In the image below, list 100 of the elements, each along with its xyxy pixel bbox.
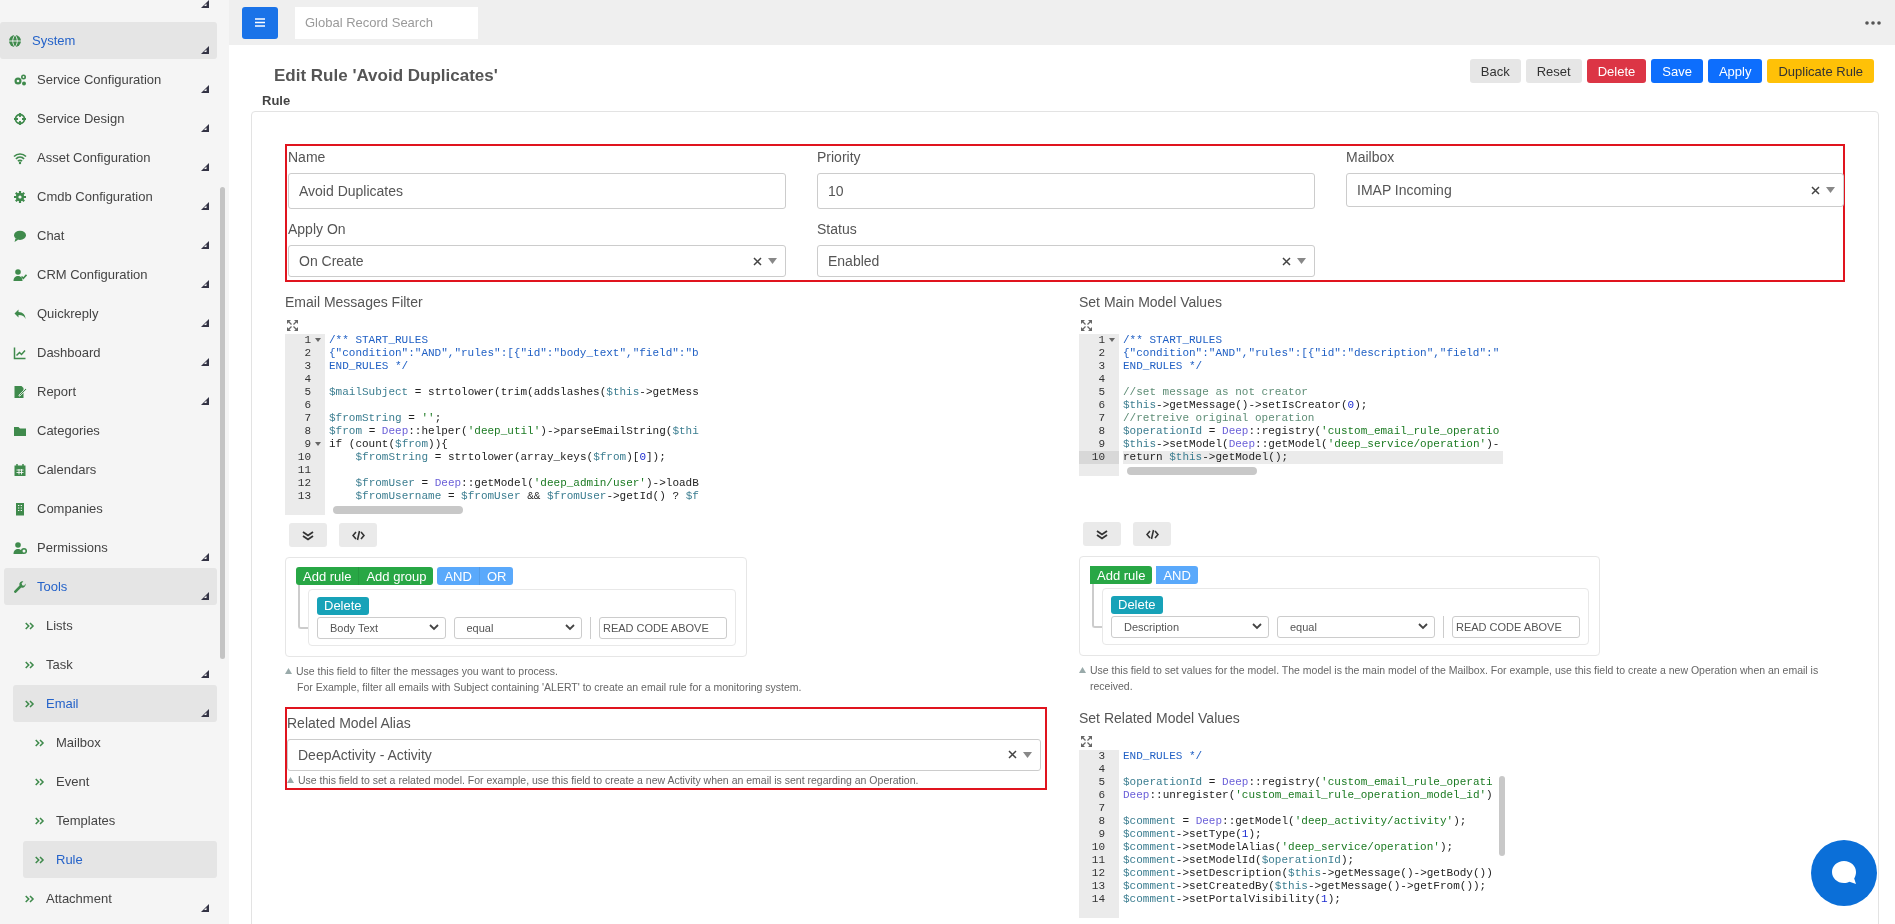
sidebar-item[interactable]: Event bbox=[23, 763, 217, 800]
report-icon bbox=[13, 384, 27, 399]
scrollbar-thumb[interactable] bbox=[220, 187, 225, 659]
action-button[interactable]: Reset bbox=[1525, 59, 1582, 83]
triangle-icon bbox=[1079, 666, 1086, 673]
sidebar-item[interactable]: Mailbox bbox=[23, 724, 217, 761]
sidebar-item[interactable]: Attachment bbox=[13, 880, 217, 917]
chevrons-icon bbox=[24, 697, 36, 710]
sidebar-item[interactable]: Templates bbox=[23, 802, 217, 839]
sidebar-item[interactable]: Tools bbox=[4, 568, 217, 605]
chevrons-icon bbox=[34, 853, 46, 866]
sidebar-item[interactable]: Categories bbox=[4, 412, 217, 449]
sidebar-item[interactable]: Quickreply bbox=[4, 295, 217, 332]
corner-caret-icon bbox=[201, 592, 209, 600]
wifi-icon bbox=[13, 150, 27, 165]
scrollbar-thumb[interactable] bbox=[333, 506, 463, 514]
sidebar-item[interactable]: Rule bbox=[23, 841, 217, 878]
line-number: 11 bbox=[296, 464, 312, 477]
sidebar-item[interactable]: Lists bbox=[13, 607, 217, 644]
field-select[interactable]: Body Text bbox=[317, 616, 446, 639]
field-label: Name bbox=[288, 149, 327, 165]
code-button[interactable] bbox=[339, 523, 377, 547]
more-icon[interactable] bbox=[1865, 20, 1881, 25]
user-check-icon bbox=[13, 267, 27, 282]
caret-icon bbox=[1297, 258, 1306, 264]
expand-icon[interactable] bbox=[1081, 320, 1092, 331]
validate-button[interactable] bbox=[1083, 522, 1121, 546]
line-number: 5 bbox=[303, 386, 312, 399]
chevrons-icon bbox=[34, 775, 46, 788]
text-field[interactable]: Avoid Duplicates bbox=[288, 173, 786, 209]
code-line: END_RULES */ bbox=[1123, 360, 1204, 373]
fold-icon[interactable] bbox=[315, 442, 321, 446]
corner-caret-icon bbox=[201, 397, 209, 405]
action-button[interactable]: Delete bbox=[1586, 59, 1647, 83]
wrench-icon bbox=[13, 579, 27, 594]
action-button[interactable]: Apply bbox=[1707, 59, 1763, 83]
line-number: 4 bbox=[1097, 762, 1106, 776]
clear-icon[interactable] bbox=[753, 256, 762, 266]
line-number: 12 bbox=[296, 477, 312, 490]
sidebar-item[interactable]: System bbox=[0, 22, 217, 59]
corner-caret-icon bbox=[201, 280, 209, 288]
validate-button[interactable] bbox=[289, 523, 327, 547]
text-field[interactable]: 10 bbox=[817, 173, 1315, 209]
code-button[interactable] bbox=[1133, 522, 1171, 546]
select-field[interactable]: DeepActivity - Activity bbox=[287, 738, 1041, 771]
expand-icon[interactable] bbox=[287, 320, 298, 331]
action-button[interactable]: Save bbox=[1651, 59, 1703, 83]
code-line: END_RULES */ bbox=[329, 360, 410, 373]
code-line: $mailSubject = strtolower(trim(addslashes($this->getMess bbox=[329, 386, 700, 399]
select-field[interactable]: Enabled bbox=[817, 245, 1315, 277]
sidebar-item[interactable]: Report bbox=[4, 373, 217, 410]
select-field[interactable]: On Create bbox=[288, 245, 786, 277]
field-label: Related Model Alias bbox=[287, 714, 412, 731]
fold-icon[interactable] bbox=[315, 338, 321, 342]
action-button[interactable]: Back bbox=[1469, 59, 1521, 83]
fold-icon[interactable] bbox=[1109, 338, 1115, 342]
value-field[interactable]: READ CODE ABOVE bbox=[599, 616, 727, 639]
sidebar-item[interactable]: Calendars bbox=[4, 451, 217, 488]
sidebar-item[interactable]: Chat bbox=[4, 217, 217, 254]
sidebar-item[interactable]: Cmdb Configuration bbox=[4, 178, 217, 215]
sidebar-item[interactable]: Companies bbox=[4, 490, 217, 527]
code-line: //set message as not creator bbox=[1123, 386, 1309, 399]
action-button[interactable]: Duplicate Rule bbox=[1767, 59, 1874, 83]
code-icon bbox=[1145, 528, 1159, 540]
value-field[interactable]: READ CODE ABOVE bbox=[1452, 615, 1580, 638]
search-field[interactable]: Global Record Search bbox=[295, 6, 478, 39]
clear-icon[interactable] bbox=[1008, 750, 1017, 759]
clear-icon[interactable] bbox=[1811, 185, 1820, 195]
code-line: $fromString = ''; bbox=[329, 412, 443, 425]
sidebar-item[interactable]: CRM Configuration bbox=[4, 256, 217, 293]
sidebar-item[interactable]: Email bbox=[13, 685, 217, 722]
select-field[interactable]: IMAP Incoming bbox=[1346, 173, 1844, 207]
code-line: /** START_RULES bbox=[329, 334, 430, 347]
operator-select[interactable]: equal bbox=[1277, 615, 1435, 638]
sidebar-item[interactable]: Asset Configuration bbox=[4, 139, 217, 176]
sidebar-item[interactable]: Service Configuration bbox=[4, 61, 217, 98]
sidebar-item[interactable]: Service Design bbox=[4, 100, 217, 137]
code-line: /** START_RULES bbox=[1123, 334, 1224, 347]
code-line: $this->getMessage()->setIsCreator(0); bbox=[1123, 399, 1369, 412]
sidebar-item[interactable]: Permissions bbox=[4, 529, 217, 566]
code-line: $comment = Deep::getModel('deep_activity/activity'); bbox=[1123, 814, 1468, 828]
corner-caret-icon bbox=[201, 241, 209, 249]
line-number: 2 bbox=[1097, 347, 1106, 360]
sidebar-item[interactable]: Task bbox=[13, 646, 217, 683]
field-label: Mailbox bbox=[1346, 149, 1396, 165]
expand-icon[interactable] bbox=[1081, 735, 1092, 747]
line-number: 3 bbox=[303, 360, 312, 373]
scrollbar-thumb[interactable] bbox=[1127, 467, 1257, 475]
scrollbar-thumb[interactable] bbox=[1499, 775, 1505, 856]
operator-select[interactable]: equal bbox=[453, 616, 582, 639]
field-label: Priority bbox=[817, 149, 862, 165]
sidebar-item[interactable]: Dashboard bbox=[4, 334, 217, 371]
field-select[interactable]: Description bbox=[1111, 615, 1269, 638]
clear-icon[interactable] bbox=[1282, 256, 1291, 266]
line-number: 4 bbox=[1097, 373, 1106, 386]
line-number: 7 bbox=[1097, 412, 1106, 425]
corner-caret-icon bbox=[201, 202, 209, 210]
line-number: 8 bbox=[1097, 814, 1106, 828]
line-number: 2 bbox=[303, 347, 312, 360]
menu-button[interactable] bbox=[242, 6, 278, 39]
